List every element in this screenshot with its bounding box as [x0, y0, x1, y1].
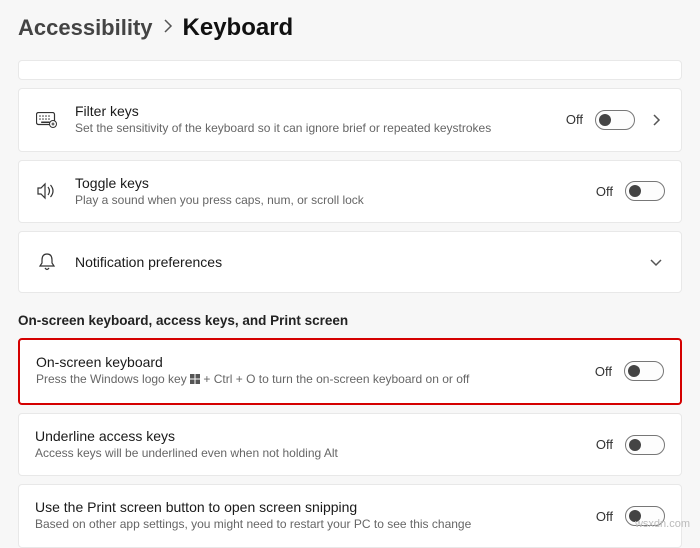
- toggle-keys-toggle[interactable]: [625, 181, 665, 201]
- keyboard-icon: [35, 112, 59, 128]
- printscreen-title: Use the Print screen button to open scre…: [35, 499, 580, 515]
- toggle-keys-title: Toggle keys: [75, 175, 580, 191]
- toggle-keys-row[interactable]: Toggle keys Play a sound when you press …: [18, 160, 682, 224]
- filter-keys-desc: Set the sensitivity of the keyboard so i…: [75, 121, 550, 137]
- notification-prefs-title: Notification preferences: [75, 254, 631, 270]
- chevron-right-icon[interactable]: [647, 113, 665, 127]
- filter-keys-toggle[interactable]: [595, 110, 635, 130]
- osk-desc: Press the Windows logo key + Ctrl + O to…: [36, 372, 579, 389]
- printscreen-state: Off: [596, 509, 613, 524]
- osk-state: Off: [595, 364, 612, 379]
- underline-state: Off: [596, 437, 613, 452]
- speaker-icon: [35, 182, 59, 200]
- filter-keys-state: Off: [566, 112, 583, 127]
- osk-toggle[interactable]: [624, 361, 664, 381]
- filter-keys-row[interactable]: Filter keys Set the sensitivity of the k…: [18, 88, 682, 152]
- printscreen-desc: Based on other app settings, you might n…: [35, 517, 580, 533]
- breadcrumb: Accessibility Keyboard: [0, 0, 700, 60]
- breadcrumb-current: Keyboard: [183, 14, 294, 42]
- underline-title: Underline access keys: [35, 428, 580, 444]
- osk-row[interactable]: On-screen keyboard Press the Windows log…: [18, 338, 682, 405]
- toggle-keys-desc: Play a sound when you press caps, num, o…: [75, 193, 580, 209]
- underline-toggle[interactable]: [625, 435, 665, 455]
- chevron-down-icon[interactable]: [647, 257, 665, 267]
- windows-logo-icon: [190, 373, 200, 389]
- toggle-keys-state: Off: [596, 184, 613, 199]
- printscreen-row[interactable]: Use the Print screen button to open scre…: [18, 484, 682, 548]
- osk-title: On-screen keyboard: [36, 354, 579, 370]
- breadcrumb-parent[interactable]: Accessibility: [18, 15, 153, 41]
- underline-row[interactable]: Underline access keys Access keys will b…: [18, 413, 682, 477]
- watermark: wsxdn.com: [635, 518, 690, 530]
- panel-stub: [18, 60, 682, 80]
- section-header: On-screen keyboard, access keys, and Pri…: [18, 313, 682, 328]
- chevron-right-icon: [163, 19, 173, 38]
- filter-keys-title: Filter keys: [75, 103, 550, 119]
- underline-desc: Access keys will be underlined even when…: [35, 446, 580, 462]
- bell-icon: [35, 252, 59, 272]
- notification-prefs-row[interactable]: Notification preferences: [18, 231, 682, 293]
